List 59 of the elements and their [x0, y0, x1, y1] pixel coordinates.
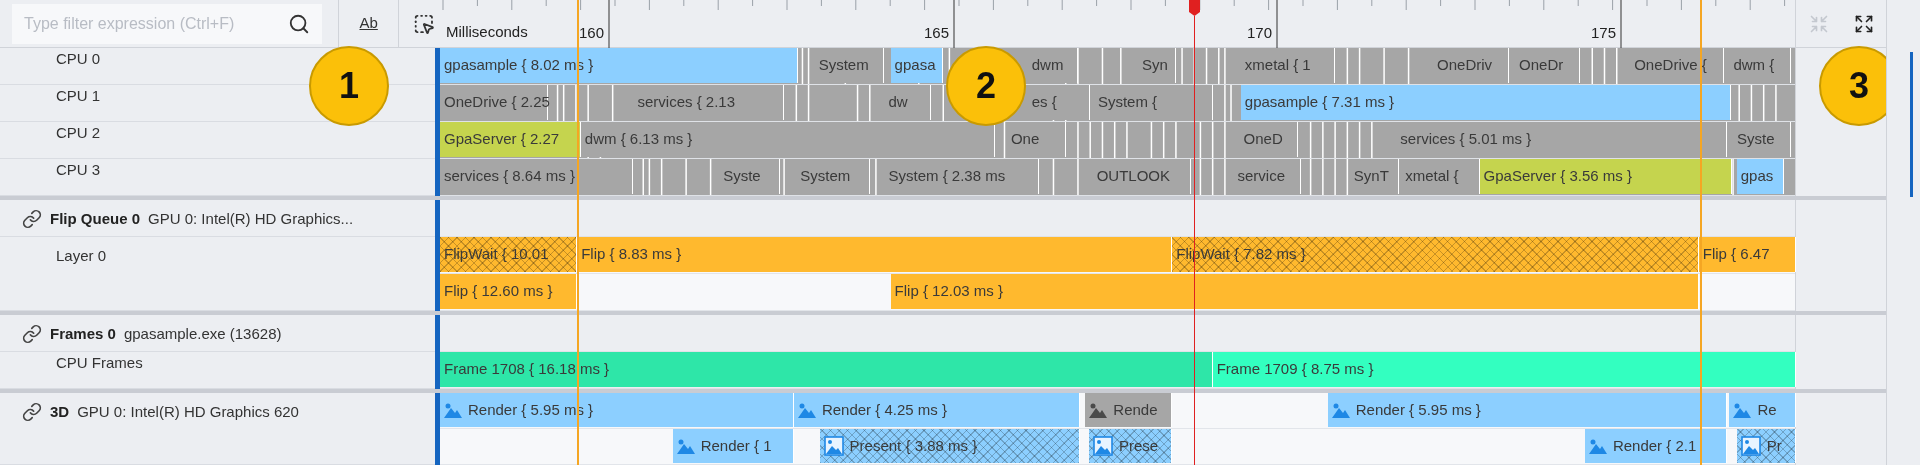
picture-frame-icon — [1740, 436, 1761, 456]
timeline-segment[interactable]: Flip { 12.03 ms } — [890, 274, 1699, 309]
picture-frame-icon — [1093, 436, 1113, 456]
group-subtitle: GPU 0: Intel(R) HD Graphics... — [148, 209, 354, 229]
timeline-segment[interactable]: Render { 1 — [672, 429, 794, 463]
timeline-segment[interactable]: Flip { 8.83 ms } — [577, 237, 1173, 272]
timeline-segment[interactable]: gpas — [1736, 159, 1785, 194]
group-title: 3D — [50, 402, 70, 422]
mountain-icon — [676, 438, 695, 454]
range-marker-line[interactable] — [577, 0, 579, 465]
filter-field[interactable]: Type filter expression (Ctrl+F) — [12, 3, 322, 44]
timeline-segment[interactable]: Prese — [1089, 429, 1173, 463]
group-subtitle: gpasample.exe (13628) — [123, 324, 282, 344]
mountain-icon — [797, 402, 816, 418]
link-icon — [22, 324, 42, 345]
ruler-unit: Milliseconds — [446, 21, 528, 42]
tick-label: 170 — [1246, 22, 1272, 43]
timeline-segment[interactable]: Present { 3.88 ms } — [819, 429, 1081, 463]
picture-frame-icon — [823, 436, 844, 456]
timeline-segment[interactable]: Rende — [1085, 393, 1173, 427]
select-pointer-icon[interactable] — [413, 12, 435, 35]
range-marker-line[interactable] — [1700, 0, 1702, 465]
row-label: CPU 0 — [55, 49, 101, 69]
group-subtitle: GPU 0: Intel(R) HD Graphics 620 — [77, 402, 299, 422]
mountain-icon — [1588, 438, 1607, 454]
timeline-segment[interactable]: Render { 5.95 ms } — [1327, 393, 1727, 427]
timeline-segment[interactable]: GpaServer { 3.56 ms } — [1479, 159, 1732, 194]
timeline-segment[interactable]: Frame 1709 { 8.75 ms } — [1212, 352, 1796, 387]
expand-icon[interactable] — [1853, 13, 1874, 34]
row-label: CPU 3 — [55, 160, 101, 180]
row-label: CPU 1 — [55, 86, 101, 106]
tick-label: 160 — [578, 22, 604, 43]
row-label: CPU Frames — [55, 353, 143, 373]
timeline-segment[interactable]: FlipWait { 10.01 — [440, 237, 578, 272]
row-label: CPU 2 — [55, 123, 101, 143]
timeline-segment[interactable]: GpaServer { 2.27 — [440, 122, 581, 157]
group-title: Flip Queue 0 — [50, 209, 140, 229]
link-icon — [22, 402, 42, 423]
row-label: Layer 0 — [55, 246, 107, 266]
timeline-segment[interactable]: Render { 4.25 ms } — [793, 393, 1081, 427]
mountain-icon — [1733, 402, 1752, 418]
tick-label: 165 — [923, 22, 949, 43]
timeline-segment[interactable]: gpasa — [890, 48, 944, 83]
timeline-segment[interactable]: Render { 2.1 — [1584, 429, 1727, 463]
group-title: Frames 0 — [50, 324, 116, 344]
timeline-segment[interactable]: Frame 1708 { 16.18 ms } — [440, 352, 1213, 387]
timeline-segment[interactable]: Flip { 12.60 ms } — [440, 274, 578, 309]
timeline-segment[interactable]: gpasample { 7.31 ms } — [1240, 85, 1731, 120]
mountain-icon — [1331, 402, 1350, 418]
tick-label: 175 — [1590, 22, 1616, 43]
mountain-icon — [444, 402, 462, 418]
timeline-segment[interactable]: Re — [1729, 393, 1796, 427]
link-icon — [22, 209, 42, 230]
time-cursor-flag[interactable] — [1189, 0, 1200, 16]
mountain-icon — [1089, 402, 1108, 418]
timeline-segment[interactable]: Flip { 6.47 — [1698, 237, 1796, 272]
search-icon[interactable] — [288, 12, 310, 35]
timeline-segment[interactable]: Pr — [1736, 429, 1796, 463]
match-case-toggle[interactable]: Ab — [345, 3, 393, 44]
